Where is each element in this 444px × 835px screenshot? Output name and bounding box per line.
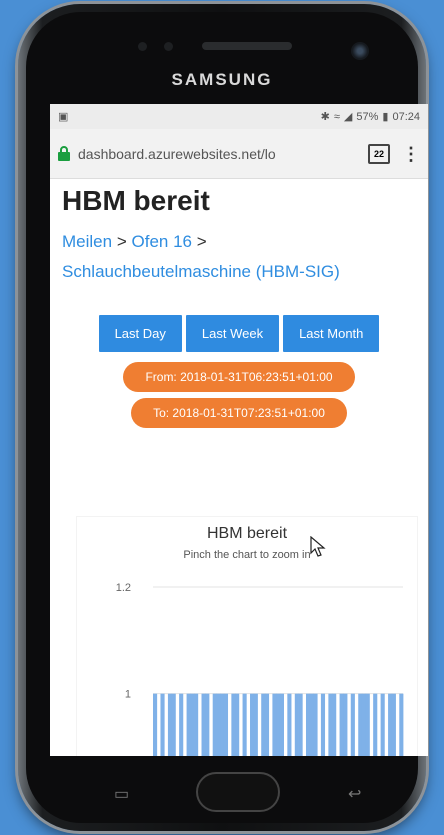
chart-bar (216, 693, 221, 756)
chart-bar (388, 693, 393, 756)
chart-bar (365, 693, 370, 756)
chart-bar (350, 693, 355, 756)
chart-bar (305, 693, 311, 756)
chart-bar (235, 693, 240, 756)
breadcrumb-machine[interactable]: Schlauchbeutelmaschine (HBM-SIG) (62, 262, 340, 281)
breadcrumb-separator: > (196, 232, 207, 251)
breadcrumb-meilen[interactable]: Meilen (62, 232, 112, 251)
chart-bar (194, 693, 199, 756)
chart-bar (190, 693, 195, 756)
chart-bar (160, 693, 165, 756)
to-date-pill[interactable]: To: 2018-01-31T07:23:51+01:00 (131, 398, 347, 428)
chart-bar (171, 693, 176, 756)
chart-bar (399, 693, 404, 756)
chart-bar (361, 693, 367, 756)
signal-icon: ◢ (343, 111, 353, 123)
chart-bar (343, 693, 348, 756)
chart-bar (320, 693, 326, 756)
browser-url-bar[interactable]: dashboard.azurewebsites.net/lo 22 ⋮ (50, 129, 428, 179)
recent-apps-icon[interactable]: ▭ (114, 784, 129, 804)
breadcrumb-ofen[interactable]: Ofen 16 (132, 232, 193, 251)
proximity-sensor (138, 42, 147, 51)
chart-bar (358, 693, 363, 756)
chart-bar (313, 693, 318, 756)
chart-bar (328, 693, 333, 756)
bar-chart[interactable]: 1.210.8 (77, 567, 417, 756)
last-week-button[interactable]: Last Week (185, 315, 280, 352)
chart-bar (332, 693, 337, 756)
chart-bar (272, 693, 277, 756)
hardware-nav-bar: ▭ ↩ (26, 756, 418, 826)
chart-bar (231, 693, 236, 756)
chart-bar (287, 693, 292, 756)
chart-bar (167, 693, 173, 756)
chart-bar (264, 693, 270, 756)
home-button[interactable] (196, 772, 280, 812)
earpiece-speaker (202, 42, 292, 50)
page-content: HBM bereit Meilen > Ofen 16 > Schlauchbe… (50, 185, 428, 428)
chart-bar (373, 693, 378, 756)
chart-bar (212, 693, 217, 756)
tab-switcher-button[interactable]: 22 (368, 143, 390, 164)
breadcrumb: Meilen > Ofen 16 > Schlauchbeutelmaschin… (62, 227, 416, 287)
mouse-cursor-icon (310, 536, 326, 557)
chart-bar (220, 693, 225, 756)
chart-card: HBM bereit Pinch the chart to zoom in 1.… (76, 516, 418, 756)
chart-bar (253, 693, 258, 756)
chart-bar (380, 693, 385, 756)
chart-bar (261, 693, 266, 756)
phone-screen: ▣ ✱ ≈ ◢ 57% ▮ 07:24 dashboard.azurewebsi… (50, 104, 428, 756)
notification-icon: ▣ (58, 111, 69, 123)
chart-bar (250, 693, 255, 756)
chart-bar (153, 693, 158, 756)
back-icon[interactable]: ↩ (348, 784, 361, 804)
device-brand: SAMSUNG (171, 70, 273, 89)
wifi-icon: ≈ (333, 110, 340, 123)
chart-bar (294, 693, 299, 756)
chart-bar (298, 693, 303, 756)
status-bar: ▣ ✱ ≈ ◢ 57% ▮ 07:24 (50, 104, 428, 129)
chart-subtitle: Pinch the chart to zoom in (183, 549, 311, 561)
chart-bar (279, 693, 284, 756)
range-buttons: Last Day Last Week Last Month (62, 315, 416, 352)
breadcrumb-separator: > (116, 232, 127, 251)
clock: 07:24 (392, 110, 420, 123)
menu-icon[interactable]: ⋮ (402, 145, 420, 163)
phone-frame: SAMSUNG ▣ ✱ ≈ ◢ 57% ▮ 07:24 dashboard.az… (18, 4, 428, 831)
chart-bar (223, 693, 229, 756)
chart-bar (201, 693, 206, 756)
chart-bar (391, 693, 396, 756)
chart-bar (276, 693, 281, 756)
chart-bar (309, 693, 314, 756)
chart-bar (186, 693, 191, 756)
chart-bar (339, 693, 344, 756)
chart-bar (205, 693, 210, 756)
chart-title: HBM bereit (206, 525, 288, 542)
from-date-pill[interactable]: From: 2018-01-31T06:23:51+01:00 (123, 362, 355, 392)
y-tick-label: 1 (125, 689, 131, 701)
last-day-button[interactable]: Last Day (98, 315, 182, 352)
light-sensor (164, 42, 173, 51)
chart-bar (242, 693, 247, 756)
battery-percent: 57% (356, 110, 379, 123)
last-month-button[interactable]: Last Month (283, 315, 380, 352)
lock-icon (58, 146, 70, 161)
y-tick-label: 1.2 (116, 582, 131, 594)
chart-bar (179, 693, 184, 756)
bluetooth-icon: ✱ (320, 111, 330, 123)
page-title: HBM bereit (62, 185, 210, 216)
battery-icon: ▮ (382, 111, 389, 123)
front-camera (351, 42, 369, 60)
url-text[interactable]: dashboard.azurewebsites.net/lo (78, 146, 358, 162)
status-right: ✱ ≈ ◢ 57% ▮ 07:24 (320, 110, 420, 124)
